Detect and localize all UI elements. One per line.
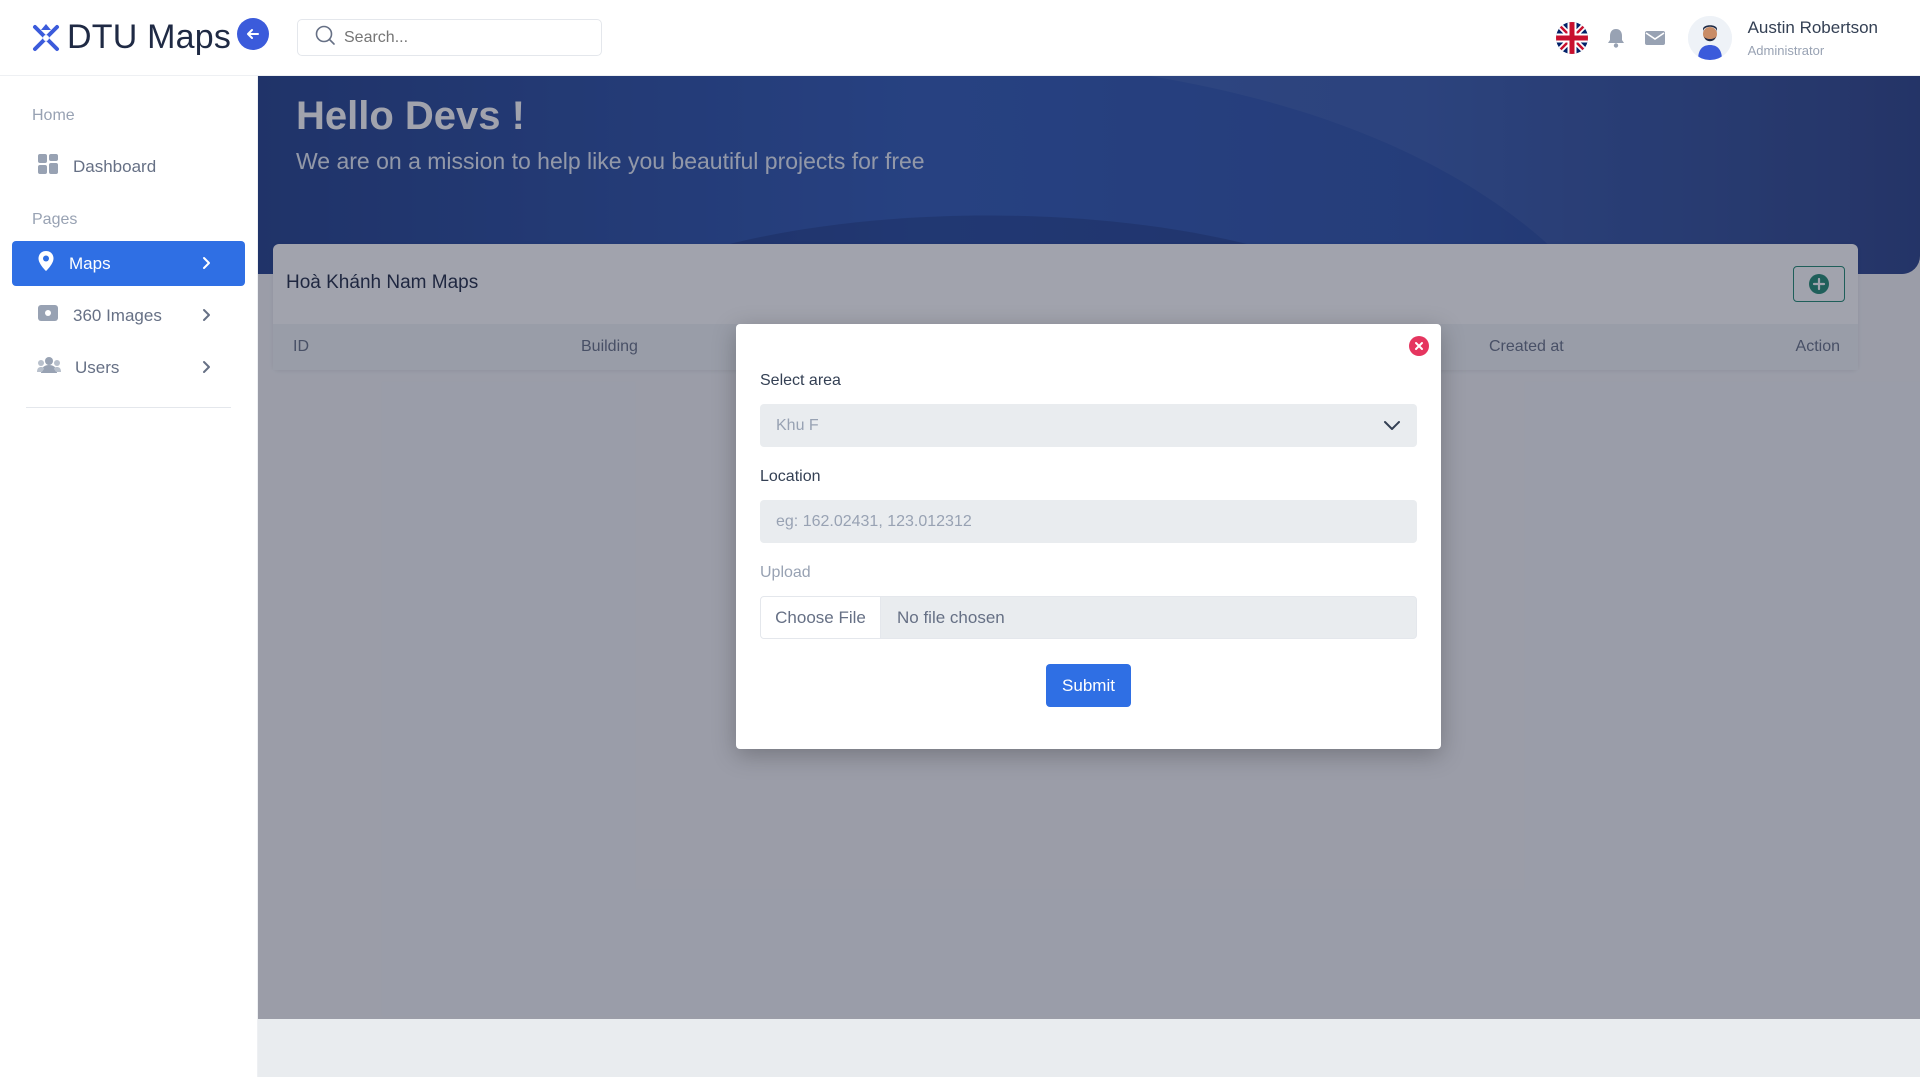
collapse-sidebar-button[interactable] <box>237 17 270 50</box>
header-actions: Austin Robertson Administrator <box>1555 15 1878 60</box>
sidebar: Home Dashboard Pages Maps 360 Images Use… <box>0 76 258 1077</box>
choose-file-button[interactable]: Choose File <box>761 597 881 638</box>
mail-icon[interactable] <box>1644 29 1666 47</box>
location-input[interactable] <box>760 500 1417 543</box>
close-modal-button[interactable] <box>1409 336 1429 356</box>
top-header: DTU Maps Search... Austin Robertson Admi… <box>0 0 1920 76</box>
chevron-right-icon <box>199 359 215 380</box>
chevron-right-icon <box>199 307 215 328</box>
sidebar-divider <box>26 407 231 408</box>
brand-name: DTU Maps <box>67 18 232 56</box>
location-label: Location <box>760 468 821 485</box>
file-upload-input[interactable]: Choose File No file chosen <box>760 596 1417 639</box>
user-role: Administrator <box>1747 42 1825 58</box>
sidebar-item-label: Maps <box>69 253 111 273</box>
logo-icon <box>29 21 63 55</box>
grid-icon <box>37 153 59 180</box>
upload-label: Upload <box>760 564 811 581</box>
sidebar-item-dashboard[interactable]: Dashboard <box>12 144 245 189</box>
chevron-right-icon <box>199 255 215 276</box>
search-input[interactable] <box>344 28 584 47</box>
sidebar-item-label: 360 Images <box>73 305 162 325</box>
user-info[interactable]: Austin Robertson Administrator <box>1748 18 1878 58</box>
sidebar-item-360-images[interactable]: 360 Images <box>12 293 245 338</box>
search-icon <box>314 24 336 51</box>
uk-flag-icon[interactable] <box>1555 21 1588 54</box>
search-box[interactable] <box>297 19 602 56</box>
sidebar-item-label: Users <box>75 357 120 377</box>
select-area-label: Select area <box>760 372 841 389</box>
add-map-modal: Select area Khu F Location Upload Choose… <box>736 324 1441 749</box>
sidebar-section-home: Home <box>32 107 75 124</box>
sidebar-item-maps[interactable]: Maps <box>12 241 245 286</box>
sidebar-item-users[interactable]: Users <box>12 345 245 390</box>
sidebar-section-pages: Pages <box>32 211 78 228</box>
submit-button[interactable]: Submit <box>1046 664 1131 707</box>
close-icon <box>1415 342 1423 350</box>
bell-icon[interactable] <box>1606 27 1626 49</box>
area-select[interactable]: Khu F <box>760 404 1417 447</box>
footer <box>258 1019 1920 1077</box>
brand: DTU Maps <box>29 17 297 57</box>
chevron-down-icon <box>1383 418 1401 437</box>
area-select-value: Khu F <box>776 416 819 434</box>
map-pin-icon <box>37 250 55 277</box>
file-status: No file chosen <box>897 607 1005 627</box>
arrow-left-icon <box>247 28 260 39</box>
avatar[interactable] <box>1687 15 1732 60</box>
panorama-icon <box>37 303 59 328</box>
user-name: Austin Robertson <box>1747 17 1878 37</box>
sidebar-item-label: Dashboard <box>73 156 157 176</box>
users-icon <box>37 356 61 379</box>
